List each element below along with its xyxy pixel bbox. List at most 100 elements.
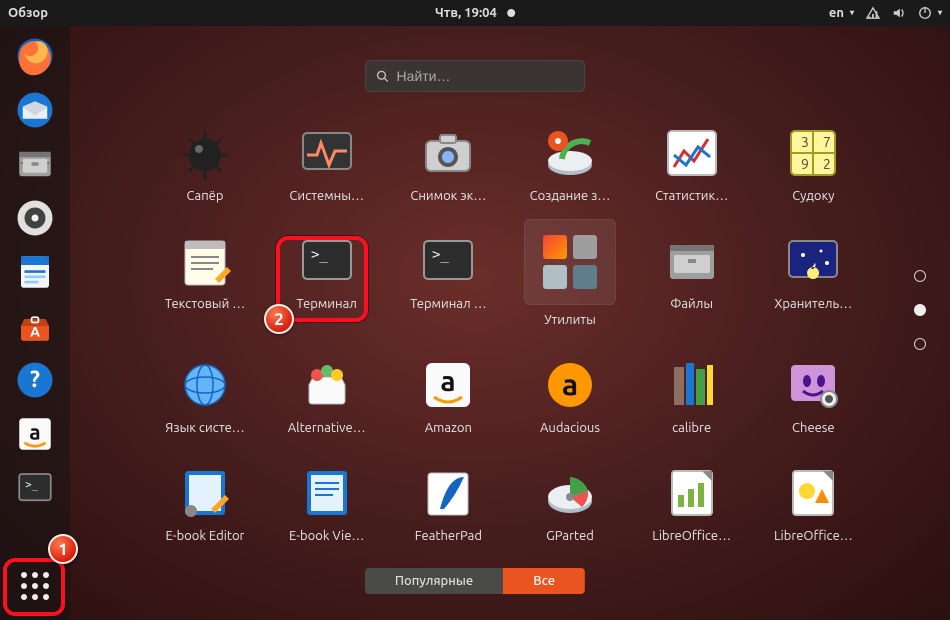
app-label: LibreOffice… <box>774 529 853 543</box>
svg-text:a: a <box>562 367 578 401</box>
app-label: Alternative… <box>288 421 366 435</box>
clock[interactable]: Чтв, 19:04 <box>435 6 515 20</box>
dock-terminal[interactable]: >_ <box>11 464 59 512</box>
app-featherpad[interactable]: FeatherPad <box>393 465 503 543</box>
show-applications-button[interactable] <box>11 562 59 610</box>
files-icon <box>664 233 720 289</box>
svg-text:>_: >_ <box>25 479 38 491</box>
app-amazon[interactable]: a Amazon <box>393 357 503 435</box>
gparted-icon <box>542 465 598 521</box>
svg-text:a: a <box>441 366 456 397</box>
app-ebook-viewer[interactable]: E-book Vie… <box>272 465 382 543</box>
app-calibre[interactable]: calibre <box>637 357 747 435</box>
svg-text:?: ? <box>30 367 40 392</box>
top-bar: Обзор Чтв, 19:04 en ▾ ▾ <box>0 0 950 26</box>
app-label: E-book Vie… <box>289 529 364 543</box>
app-cheese[interactable]: Cheese <box>758 357 868 435</box>
app-alternative-software[interactable]: Alternative… <box>272 357 382 435</box>
app-label: Утилиты <box>544 313 596 327</box>
dock-firefox[interactable] <box>11 32 59 80</box>
svg-text:2: 2 <box>823 156 831 172</box>
utilities-folder-icon <box>524 219 616 305</box>
tab-frequent[interactable]: Популярные <box>365 568 503 594</box>
status-area[interactable]: en ▾ ▾ <box>829 6 942 20</box>
amazon-icon: a <box>420 357 476 413</box>
app-sudoku[interactable]: 3792 Судоку <box>758 125 868 203</box>
screenshot-icon <box>420 125 476 181</box>
app-audacious[interactable]: a Audacious <box>515 357 625 435</box>
power-icon <box>918 6 932 20</box>
app-language[interactable]: Язык систе… <box>150 357 260 435</box>
app-label: Текстовый … <box>165 297 245 311</box>
app-text-editor[interactable]: Текстовый … <box>150 233 260 327</box>
system-monitor-icon <box>299 125 355 181</box>
app-system-monitor[interactable]: Системны… <box>272 125 382 203</box>
chevron-down-icon: ▾ <box>850 8 854 17</box>
dock: A ? a >_ <box>0 26 70 620</box>
dock-files[interactable] <box>11 140 59 188</box>
page-dot-3[interactable] <box>914 338 926 350</box>
text-editor-icon <box>177 233 233 289</box>
page-dot-2[interactable] <box>914 304 926 316</box>
app-screensaver[interactable]: Хранитель… <box>758 233 868 327</box>
svg-text:A: A <box>30 324 40 340</box>
apps-grid-icon <box>21 572 49 600</box>
app-label: Снимок эк… <box>410 189 486 203</box>
app-label: Системны… <box>289 189 364 203</box>
app-libreoffice-2[interactable]: LibreOffice… <box>758 465 868 543</box>
activities-button[interactable]: Обзор <box>8 6 48 20</box>
terminal-alt-icon: >_ <box>420 233 476 289</box>
app-ebook-editor[interactable]: E-book Editor <box>150 465 260 543</box>
ebook-editor-icon <box>177 465 233 521</box>
cheese-icon <box>785 357 841 413</box>
app-label: FeatherPad <box>415 529 482 543</box>
app-screenshot[interactable]: Снимок эк… <box>393 125 503 203</box>
app-label: E-book Editor <box>166 529 245 543</box>
search-field[interactable] <box>365 60 585 92</box>
search-icon <box>376 69 389 83</box>
dock-amazon[interactable]: a <box>11 410 59 458</box>
app-label: Язык систе… <box>165 421 245 435</box>
alternative-software-icon <box>299 357 355 413</box>
svg-text:>_: >_ <box>311 247 328 263</box>
app-files[interactable]: Файлы <box>637 233 747 327</box>
dock-software[interactable]: A <box>11 302 59 350</box>
app-label: Терминал … <box>410 297 486 311</box>
tab-all[interactable]: Все <box>503 568 585 594</box>
app-statistics[interactable]: Статистик… <box>637 125 747 203</box>
dock-rhythmbox[interactable] <box>11 194 59 242</box>
notification-dot-icon <box>507 9 515 17</box>
svg-text:7: 7 <box>823 134 831 150</box>
annotation-badge-1: 1 <box>48 534 78 564</box>
dock-help[interactable]: ? <box>11 356 59 404</box>
startup-disk-icon <box>542 125 598 181</box>
terminal-icon: >_ <box>299 233 355 289</box>
app-utilities-folder[interactable]: Утилиты <box>515 233 625 327</box>
app-gparted[interactable]: GParted <box>515 465 625 543</box>
app-label: Судоку <box>792 189 834 203</box>
app-label: Amazon <box>425 421 472 435</box>
language-icon <box>177 357 233 413</box>
svg-text:3: 3 <box>801 134 809 150</box>
app-label: GParted <box>546 529 594 543</box>
app-terminal-alt[interactable]: >_ Терминал … <box>393 233 503 327</box>
view-switcher: Популярные Все <box>365 568 585 594</box>
ebook-viewer-icon <box>299 465 355 521</box>
input-source-indicator[interactable]: en <box>829 6 844 20</box>
screensaver-icon <box>785 233 841 289</box>
app-label: Статистик… <box>655 189 728 203</box>
dock-thunderbird[interactable] <box>11 86 59 134</box>
page-dot-1[interactable] <box>914 270 926 282</box>
search-input[interactable] <box>397 68 574 84</box>
svg-text:9: 9 <box>801 156 809 172</box>
applications-grid: Сапёр Системны… Снимок эк… Создание з… С… <box>150 125 870 543</box>
dock-writer[interactable] <box>11 248 59 296</box>
calibre-icon <box>664 357 720 413</box>
featherpad-icon <box>420 465 476 521</box>
libreoffice-icon <box>664 465 720 521</box>
app-startup-disk[interactable]: Создание з… <box>515 125 625 203</box>
svg-text:>_: >_ <box>432 247 449 263</box>
app-libreoffice-1[interactable]: LibreOffice… <box>637 465 747 543</box>
app-mines[interactable]: Сапёр <box>150 125 260 203</box>
network-icon <box>866 6 880 20</box>
